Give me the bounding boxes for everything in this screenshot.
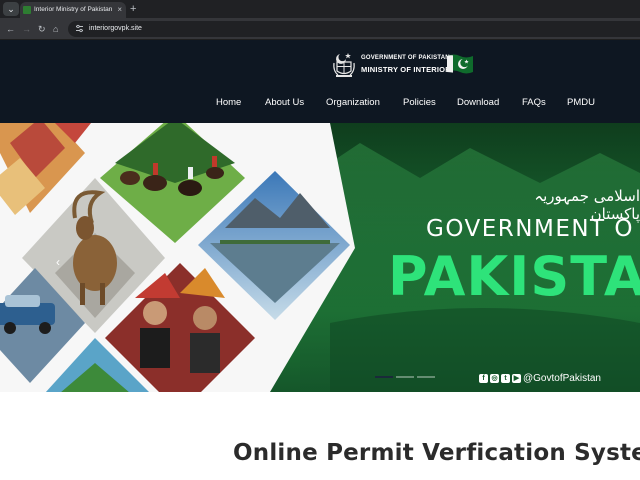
favicon-icon (23, 6, 31, 14)
page-title: Online Permit Verfication System (233, 440, 640, 466)
carousel-dot[interactable] (417, 376, 435, 378)
forward-arrow-icon[interactable]: → (22, 18, 31, 40)
nav-faqs[interactable]: FAQs (522, 96, 546, 110)
address-bar[interactable]: interiorgovpk.site (68, 21, 640, 37)
pakistan-flag-icon (447, 54, 473, 74)
twitter-icon[interactable]: t (501, 373, 510, 383)
tab-search-button[interactable]: ⌄ (3, 2, 19, 16)
carousel-prev-arrow-icon[interactable]: ‹ (56, 255, 60, 269)
url-text: interiorgovpk.site (89, 25, 142, 32)
social-links: f ◎ t ▶ @GovtofPakistan (479, 373, 601, 384)
back-arrow-icon[interactable]: ← (6, 18, 15, 40)
reload-icon[interactable]: ↻ (38, 18, 46, 40)
hero-title-line2: PAKISTA (388, 245, 640, 308)
home-icon[interactable]: ⌂ (53, 18, 58, 40)
ministry-label: MINISTRY OF INTERIOR (361, 65, 451, 74)
nav-policies[interactable]: Policies (403, 96, 436, 110)
main-navigation: Home About Us Organization Policies Down… (0, 96, 640, 110)
youtube-icon[interactable]: ▶ (512, 373, 521, 383)
instagram-icon[interactable]: ◎ (490, 373, 499, 383)
nav-about-us[interactable]: About Us (265, 96, 304, 110)
tab-title: Interior Ministry of Pakistan (34, 6, 113, 13)
browser-toolbar: ← → ↻ ⌂ interiorgovpk.site (0, 18, 640, 40)
site-info-icon[interactable] (75, 24, 84, 33)
chevron-down-icon: ⌄ (7, 4, 15, 14)
social-handle[interactable]: @GovtofPakistan (523, 373, 601, 384)
browser-tab-strip: ⌄ Interior Ministry of Pakistan × + (0, 0, 640, 18)
facebook-icon[interactable]: f (479, 373, 488, 383)
browser-tab[interactable]: Interior Ministry of Pakistan × (20, 2, 126, 18)
nav-pmdu[interactable]: PMDU (567, 96, 595, 110)
close-tab-icon[interactable]: × (117, 2, 122, 18)
carousel-dot[interactable] (375, 376, 393, 378)
hero-title-line1: GOVERNMENT O (426, 216, 635, 242)
hero-banner: ‹ اسلامی جمہوریہ پاکستان GOVERNMENT O PA… (0, 123, 640, 392)
site-header: GOVERNMENT OF PAKISTAN MINISTRY OF INTER… (0, 40, 640, 123)
nav-download[interactable]: Download (457, 96, 499, 110)
carousel-dot[interactable] (396, 376, 414, 378)
government-label: GOVERNMENT OF PAKISTAN (361, 55, 450, 61)
new-tab-button[interactable]: + (130, 1, 136, 17)
nav-organization[interactable]: Organization (326, 96, 380, 110)
nav-home[interactable]: Home (216, 96, 241, 110)
state-emblem-icon (333, 53, 355, 77)
